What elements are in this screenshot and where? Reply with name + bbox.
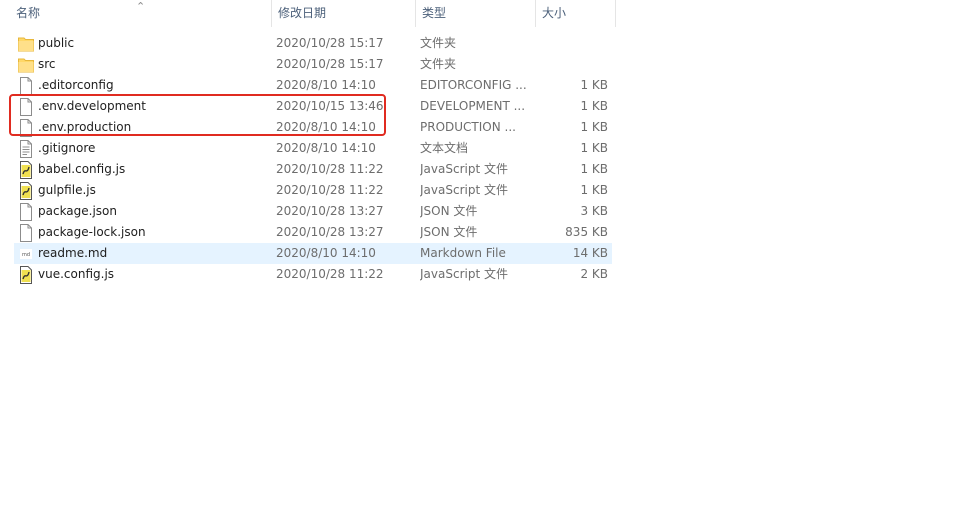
column-header-name-label: 名称 <box>16 6 41 20</box>
file-type: JavaScript 文件 <box>420 267 508 281</box>
file-size: 2 KB <box>580 267 608 281</box>
file-type: DEVELOPMENT ... <box>420 99 526 113</box>
file-icon <box>18 202 34 221</box>
file-modified-date: 2020/10/28 15:17 <box>276 57 384 71</box>
file-name-cell: .editorconfig <box>14 75 276 96</box>
folder-icon <box>18 56 34 74</box>
file-row[interactable]: .env.production 2020/8/10 14:10 PRODUCTION… <box>14 117 612 138</box>
file-name-cell: gulpfile.js <box>14 180 276 201</box>
file-size: 1 KB <box>580 99 608 113</box>
file-row[interactable]: .gitignore 2020/8/10 14:10 文本文档 1 KB <box>14 138 612 159</box>
file-icon <box>18 223 34 242</box>
file-name-cell: package.json <box>14 201 276 222</box>
column-header-size-label: 大小 <box>542 6 567 20</box>
file-list: public 2020/10/28 15:17 文件夹 src 2020/10/28 1… <box>14 33 612 285</box>
folder-icon <box>18 35 34 53</box>
js-file-icon <box>18 160 34 179</box>
file-row[interactable]: public 2020/10/28 15:17 文件夹 <box>14 33 612 54</box>
column-header-date[interactable]: 修改日期 <box>272 0 416 27</box>
file-row[interactable]: gulpfile.js 2020/10/28 11:22 JavaScript 文件… <box>14 180 612 201</box>
file-size: 1 KB <box>580 183 608 197</box>
file-size: 1 KB <box>580 141 608 155</box>
column-header-date-label: 修改日期 <box>278 6 327 20</box>
column-header-size[interactable]: 大小 <box>536 0 616 27</box>
file-name-cell: package-lock.json <box>14 222 276 243</box>
file-row[interactable]: src 2020/10/28 15:17 文件夹 <box>14 54 612 75</box>
file-name-cell: .env.development <box>14 96 276 117</box>
file-size: 1 KB <box>580 120 608 134</box>
file-type: EDITORCONFIG ... <box>420 78 527 92</box>
file-row[interactable]: package-lock.json 2020/10/28 13:27 JSON 文件… <box>14 222 612 243</box>
sort-up-icon: ⌃ <box>136 0 146 13</box>
file-type: 文本文档 <box>420 141 469 155</box>
file-icon <box>18 118 34 137</box>
file-type: Markdown File <box>420 246 506 260</box>
file-name: babel.config.js <box>38 162 126 176</box>
file-name-cell: src <box>14 54 276 75</box>
file-type: JavaScript 文件 <box>420 162 508 176</box>
file-name-cell: vue.config.js <box>14 264 276 285</box>
file-name: src <box>38 57 56 71</box>
svg-text:md: md <box>22 252 30 258</box>
file-name: .gitignore <box>38 141 96 155</box>
file-name-cell: .env.production <box>14 117 276 138</box>
file-name: gulpfile.js <box>38 183 96 197</box>
file-size: 14 KB <box>572 246 608 260</box>
js-file-icon <box>18 181 34 200</box>
file-modified-date: 2020/8/10 14:10 <box>276 141 376 155</box>
file-modified-date: 2020/10/28 11:22 <box>276 162 384 176</box>
file-type: JavaScript 文件 <box>420 183 508 197</box>
file-row[interactable]: vue.config.js 2020/10/28 11:22 JavaScript … <box>14 264 612 285</box>
file-row[interactable]: babel.config.js 2020/10/28 11:22 JavaScrip… <box>14 159 612 180</box>
file-type: 文件夹 <box>420 36 457 50</box>
file-icon <box>18 97 34 116</box>
file-name: readme.md <box>38 246 108 260</box>
file-row[interactable]: md readme.md 2020/8/10 14:10 Markdown File 1… <box>14 243 612 264</box>
file-modified-date: 2020/10/28 11:22 <box>276 183 384 197</box>
file-modified-date: 2020/10/15 13:46 <box>276 99 384 113</box>
file-size: 3 KB <box>580 204 608 218</box>
file-name-cell: babel.config.js <box>14 159 276 180</box>
file-size: 835 KB <box>565 225 608 239</box>
file-type: PRODUCTION ... <box>420 120 516 134</box>
file-name: .editorconfig <box>38 78 114 92</box>
column-header-type-label: 类型 <box>422 6 447 20</box>
file-name: package-lock.json <box>38 225 146 239</box>
file-modified-date: 2020/10/28 13:27 <box>276 225 384 239</box>
file-name: .env.production <box>38 120 132 134</box>
file-modified-date: 2020/8/10 14:10 <box>276 120 376 134</box>
file-name: vue.config.js <box>38 267 115 281</box>
file-type: JSON 文件 <box>420 204 478 218</box>
markdown-file-icon: md <box>18 245 34 263</box>
file-row[interactable]: .editorconfig 2020/8/10 14:10 EDITORCONFIG… <box>14 75 612 96</box>
file-name-cell: .gitignore <box>14 138 276 159</box>
file-type: 文件夹 <box>420 57 457 71</box>
column-header-bar: 名称 ⌃ 修改日期 类型 大小 <box>0 0 616 27</box>
file-type: JSON 文件 <box>420 225 478 239</box>
file-name: public <box>38 36 75 50</box>
file-row[interactable]: .env.development 2020/10/15 13:46 DEVELOPM… <box>14 96 612 117</box>
text-file-icon <box>18 139 34 158</box>
file-modified-date: 2020/10/28 11:22 <box>276 267 384 281</box>
file-explorer: 名称 ⌃ 修改日期 类型 大小 public 2020/10/28 15:17 文件… <box>0 0 961 531</box>
file-modified-date: 2020/8/10 14:10 <box>276 246 376 260</box>
js-file-icon <box>18 265 34 284</box>
file-name: .env.development <box>38 99 146 113</box>
file-name: package.json <box>38 204 118 218</box>
file-modified-date: 2020/8/10 14:10 <box>276 78 376 92</box>
file-size: 1 KB <box>580 162 608 176</box>
file-name-cell: md readme.md <box>14 243 276 264</box>
file-size: 1 KB <box>580 78 608 92</box>
file-name-cell: public <box>14 33 276 54</box>
file-row[interactable]: package.json 2020/10/28 13:27 JSON 文件 3 KB <box>14 201 612 222</box>
column-header-name[interactable]: 名称 ⌃ <box>0 0 272 27</box>
file-modified-date: 2020/10/28 15:17 <box>276 36 384 50</box>
file-modified-date: 2020/10/28 13:27 <box>276 204 384 218</box>
column-header-type[interactable]: 类型 <box>416 0 536 27</box>
file-icon <box>18 76 34 95</box>
